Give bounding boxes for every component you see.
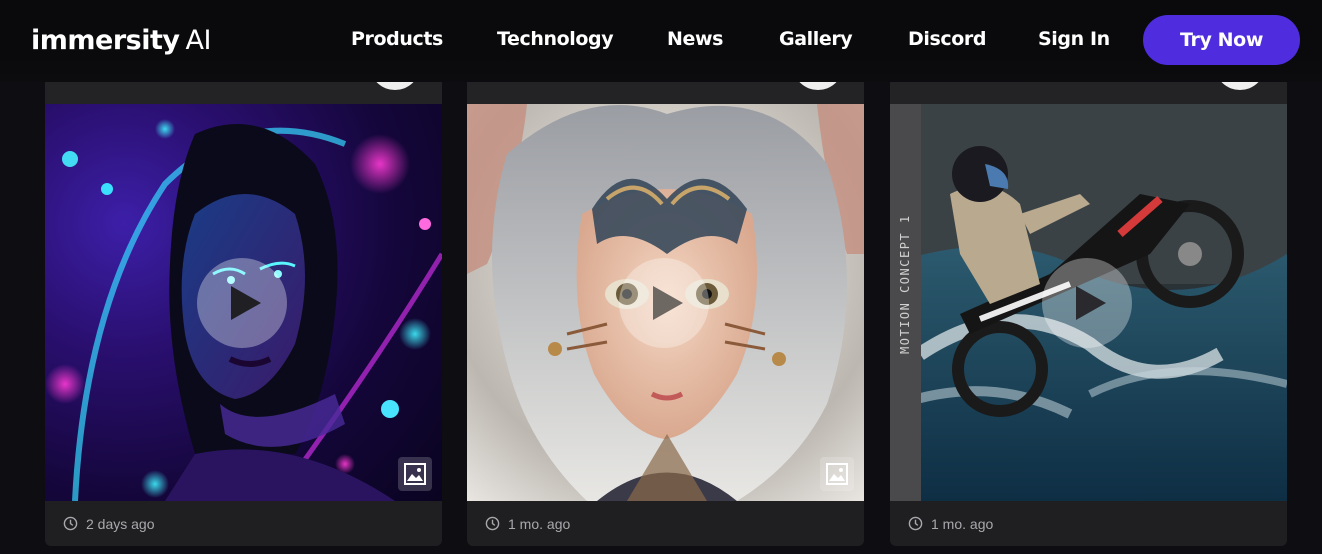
play-button[interactable] bbox=[619, 258, 709, 348]
play-button[interactable] bbox=[197, 258, 287, 348]
play-icon bbox=[231, 286, 261, 320]
gallery-card[interactable]: 1 mo. ago bbox=[467, 82, 864, 546]
card-footer: 2 days ago bbox=[45, 501, 442, 546]
image-type-badge bbox=[398, 457, 432, 491]
nav-discord[interactable]: Discord bbox=[908, 28, 986, 50]
site-logo[interactable]: immersity AI bbox=[31, 25, 211, 56]
card-timestamp: 1 mo. ago bbox=[931, 515, 994, 532]
nav-sign-in[interactable]: Sign In bbox=[1038, 28, 1110, 50]
image-type-badge bbox=[820, 457, 854, 491]
play-button[interactable] bbox=[1042, 258, 1132, 348]
card-media-image[interactable] bbox=[467, 104, 864, 501]
nav-technology[interactable]: Technology bbox=[497, 28, 614, 50]
side-label-strip: MOTION CONCEPT 1 bbox=[890, 104, 921, 501]
play-icon bbox=[653, 286, 683, 320]
nav-gallery[interactable]: Gallery bbox=[779, 28, 853, 50]
clock-icon bbox=[485, 516, 500, 531]
card-timestamp: 1 mo. ago bbox=[508, 515, 571, 532]
logo-main-text: immersity bbox=[31, 25, 180, 56]
card-footer: 1 mo. ago bbox=[467, 501, 864, 546]
nav-news[interactable]: News bbox=[667, 28, 723, 50]
image-icon bbox=[404, 463, 426, 485]
try-now-button[interactable]: Try Now bbox=[1143, 15, 1300, 65]
nav-products[interactable]: Products bbox=[351, 28, 443, 50]
gallery-card[interactable]: 2 days ago bbox=[45, 82, 442, 546]
card-media-image[interactable]: MOTION CONCEPT 1 bbox=[890, 104, 1287, 501]
top-navigation-bar: immersity AI Products Technology News Gal… bbox=[0, 0, 1322, 82]
clock-icon bbox=[63, 516, 78, 531]
play-icon bbox=[1076, 286, 1106, 320]
gallery-card[interactable]: MOTION CONCEPT 1 1 mo. ago bbox=[890, 82, 1287, 546]
side-label-text: MOTION CONCEPT 1 bbox=[898, 214, 912, 354]
clock-icon bbox=[908, 516, 923, 531]
card-media-image[interactable] bbox=[45, 104, 442, 501]
gallery-page: immersity AI Products Technology News Gal… bbox=[0, 0, 1322, 554]
card-footer: 1 mo. ago bbox=[890, 501, 1287, 546]
logo-suffix-text: AI bbox=[185, 25, 211, 56]
image-icon bbox=[826, 463, 848, 485]
card-timestamp: 2 days ago bbox=[86, 515, 155, 532]
